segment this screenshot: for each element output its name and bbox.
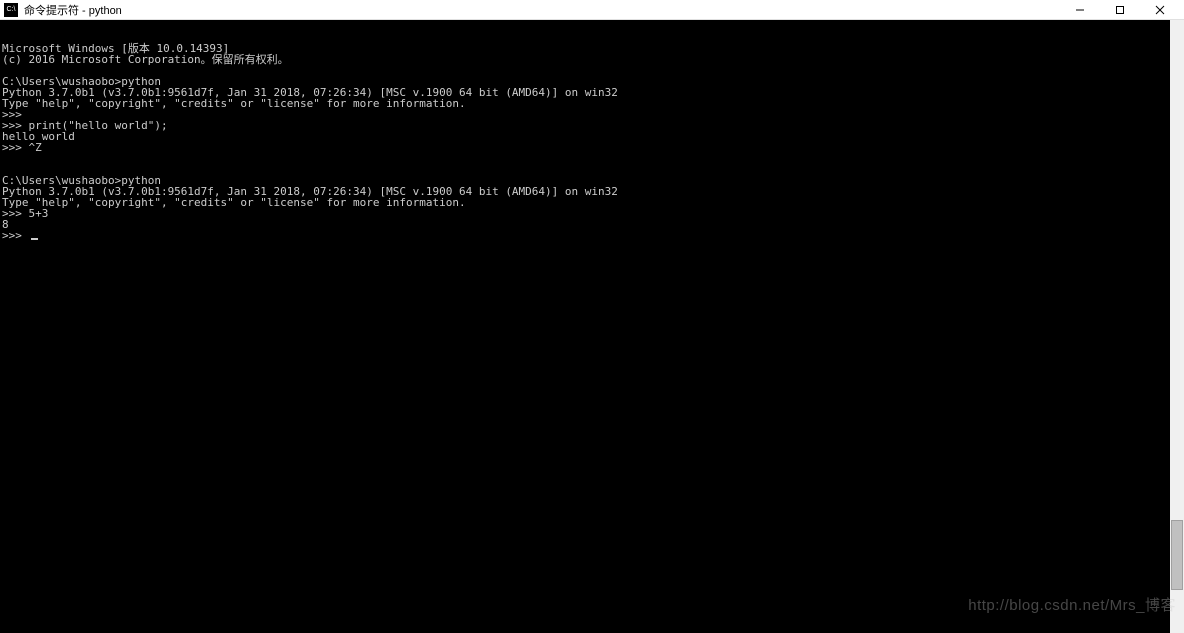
minimize-button[interactable] xyxy=(1060,0,1100,20)
cursor xyxy=(31,238,38,240)
cmd-icon: C:\ xyxy=(4,3,18,17)
terminal-line: hello world xyxy=(2,131,1182,142)
scrollbar-track[interactable] xyxy=(1170,20,1184,633)
terminal-line xyxy=(2,164,1182,175)
maximize-button[interactable] xyxy=(1100,0,1140,20)
terminal-line: >>> xyxy=(2,109,1182,120)
terminal-output[interactable]: Microsoft Windows [版本 10.0.14393](c) 201… xyxy=(0,20,1184,633)
scrollbar-thumb[interactable] xyxy=(1171,520,1183,590)
window-controls xyxy=(1060,0,1180,20)
window-title: 命令提示符 - python xyxy=(24,2,1060,18)
terminal-line: >>> 5+3 xyxy=(2,208,1182,219)
terminal-line: Type "help", "copyright", "credits" or "… xyxy=(2,98,1182,109)
cmd-window: C:\ 命令提示符 - python Microsoft Windows [版本… xyxy=(0,0,1184,633)
titlebar[interactable]: C:\ 命令提示符 - python xyxy=(0,0,1184,20)
close-button[interactable] xyxy=(1140,0,1180,20)
terminal-line: >>> ^Z xyxy=(2,142,1182,153)
terminal-line: >>> xyxy=(2,230,1182,241)
terminal-line xyxy=(2,153,1182,164)
terminal-line: >>> print("hello world"); xyxy=(2,120,1182,131)
terminal-line: Type "help", "copyright", "credits" or "… xyxy=(2,197,1182,208)
terminal-line: 8 xyxy=(2,219,1182,230)
terminal-line xyxy=(2,65,1182,76)
terminal-line: (c) 2016 Microsoft Corporation。保留所有权利。 xyxy=(2,54,1182,65)
